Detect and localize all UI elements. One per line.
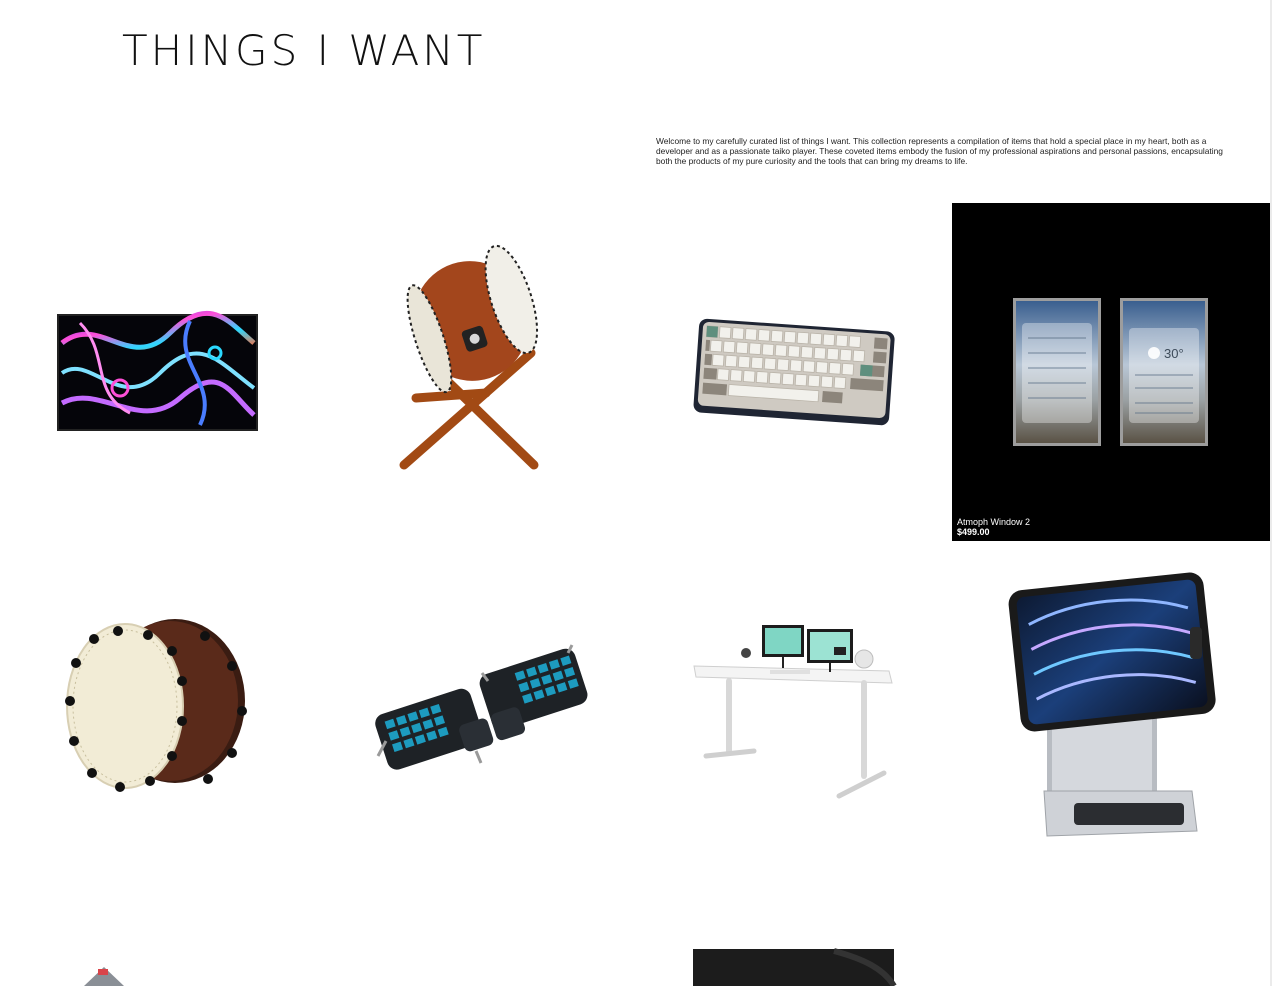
empty-cell bbox=[316, 879, 636, 986]
product-card-split-keyboard[interactable] bbox=[316, 541, 636, 881]
empty-cell bbox=[634, 0, 954, 102]
empty-cell bbox=[952, 879, 1272, 986]
intro-text: Welcome to my carefully curated list of … bbox=[656, 136, 1223, 166]
product-card-atmoph[interactable]: 30° Atmoph Window 2 $499.00 bbox=[952, 203, 1272, 543]
partial-dark-product-icon bbox=[693, 948, 897, 986]
product-card-ipad-stand[interactable] bbox=[952, 541, 1272, 881]
atmoph-window-displays-icon: 30° bbox=[1013, 298, 1208, 446]
product-grid: THINGS I WANT Welcome to my carefully cu… bbox=[0, 0, 1272, 986]
monitor-with-swirl-art-icon bbox=[57, 310, 258, 431]
product-card-standing-desk[interactable] bbox=[634, 541, 954, 881]
empty-cell bbox=[316, 100, 636, 205]
product-card-partial-device[interactable] bbox=[0, 879, 318, 986]
weather-temp: 30° bbox=[1164, 346, 1184, 361]
product-card-taiko-stand[interactable] bbox=[316, 203, 636, 543]
taiko-drum-on-stand-icon bbox=[399, 244, 539, 470]
product-card-keyboard[interactable] bbox=[634, 203, 954, 543]
product-price: $499.00 bbox=[957, 527, 990, 537]
partial-device-icon bbox=[84, 967, 124, 986]
ipad-on-stand-icon bbox=[1008, 572, 1216, 837]
product-caption: Atmoph Window 2 $499.00 bbox=[957, 517, 1030, 537]
standing-desk-setup-icon bbox=[693, 625, 893, 799]
page-title: THINGS I WANT bbox=[122, 26, 486, 75]
product-name: Atmoph Window 2 bbox=[957, 517, 1031, 527]
title-cell: THINGS I WANT bbox=[0, 0, 636, 102]
compact-mechanical-keyboard-icon bbox=[693, 318, 895, 426]
empty-cell bbox=[0, 100, 318, 205]
product-card-taiko-drum[interactable] bbox=[0, 541, 318, 881]
product-card-monitor[interactable] bbox=[0, 203, 318, 543]
empty-cell bbox=[952, 0, 1272, 102]
split-ergonomic-keyboard-icon bbox=[375, 644, 588, 770]
taiko-drum-icon bbox=[65, 619, 247, 792]
product-card-partial-dark[interactable] bbox=[634, 879, 954, 986]
intro-cell: Welcome to my carefully curated list of … bbox=[634, 100, 1272, 205]
